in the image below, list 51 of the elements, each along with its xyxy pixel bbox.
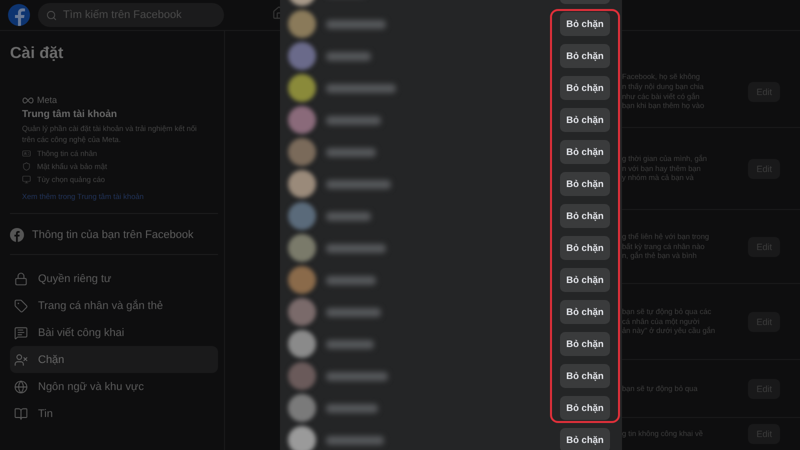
blurred-name (326, 308, 381, 316)
speech-bubble-icon (14, 326, 28, 340)
book-icon (14, 406, 28, 420)
unblock-button[interactable]: Bỏ chặn (560, 268, 610, 292)
blurred-name (326, 244, 386, 252)
unblock-button[interactable]: Bỏ chặn (560, 44, 610, 68)
unblock-button[interactable]: Bỏ chặn (560, 12, 610, 36)
nav-item[interactable]: Ngôn ngữ và khu vực (10, 373, 218, 400)
blurred-name (326, 212, 371, 220)
facebook-icon (10, 228, 24, 242)
globe-icon (14, 380, 28, 394)
unblock-button[interactable]: Bỏ chặn (560, 236, 610, 260)
id-card-icon (22, 149, 31, 158)
nav-item[interactable]: Bài viết công khai (10, 319, 218, 346)
person-icon (14, 352, 28, 366)
infinity-logo-icon (22, 96, 34, 104)
meta-wordmark: Meta (37, 95, 58, 105)
unblock-button[interactable]: Bỏ chặn (560, 76, 610, 100)
blurred-name (326, 84, 396, 92)
blurred-name (326, 20, 386, 28)
unblock-button[interactable]: Bỏ chặn (560, 108, 610, 132)
unblock-button[interactable]: Bỏ chặn (560, 140, 610, 164)
menu-item[interactable]: Thông tin của bạn trên Facebook (32, 229, 194, 241)
blurred-name (326, 148, 376, 156)
unblock-button[interactable]: Bỏ chặn (560, 204, 610, 228)
nav-item[interactable]: Chặn (10, 346, 218, 373)
blurred-name (326, 436, 384, 444)
search-icon (46, 10, 57, 20)
blurred-name (326, 52, 371, 60)
unblock-button[interactable]: Bỏ chặn (560, 172, 610, 196)
tag-icon (14, 298, 28, 312)
blurred-name (326, 404, 378, 412)
blurred-name (326, 372, 388, 380)
nav-item[interactable]: Trang cá nhân và gắn thẻ (10, 292, 218, 319)
shield-icon (22, 162, 31, 171)
blurred-name (326, 116, 381, 124)
blurred-name (326, 340, 374, 348)
lock-icon (14, 272, 28, 286)
facebook-logo[interactable] (8, 4, 30, 26)
monitor-icon (22, 175, 31, 184)
unblock-button[interactable]: Bỏ chặn (560, 396, 610, 420)
unblock-button[interactable]: Bỏ chặn (560, 332, 610, 356)
page-title: Cài đặt (10, 45, 64, 63)
nav-item[interactable]: Quyền riêng tư (10, 265, 218, 292)
blurred-name (326, 276, 376, 284)
blurred-name (326, 180, 391, 188)
unblock-button[interactable]: Bỏ chặn (560, 300, 610, 324)
nav-item[interactable]: Tin (10, 400, 218, 427)
unblock-button[interactable]: Bỏ chặn (560, 364, 610, 388)
card-title: Trung tâm tài khoản (22, 109, 118, 120)
unblock-button[interactable]: Bỏ chặn (560, 428, 610, 450)
